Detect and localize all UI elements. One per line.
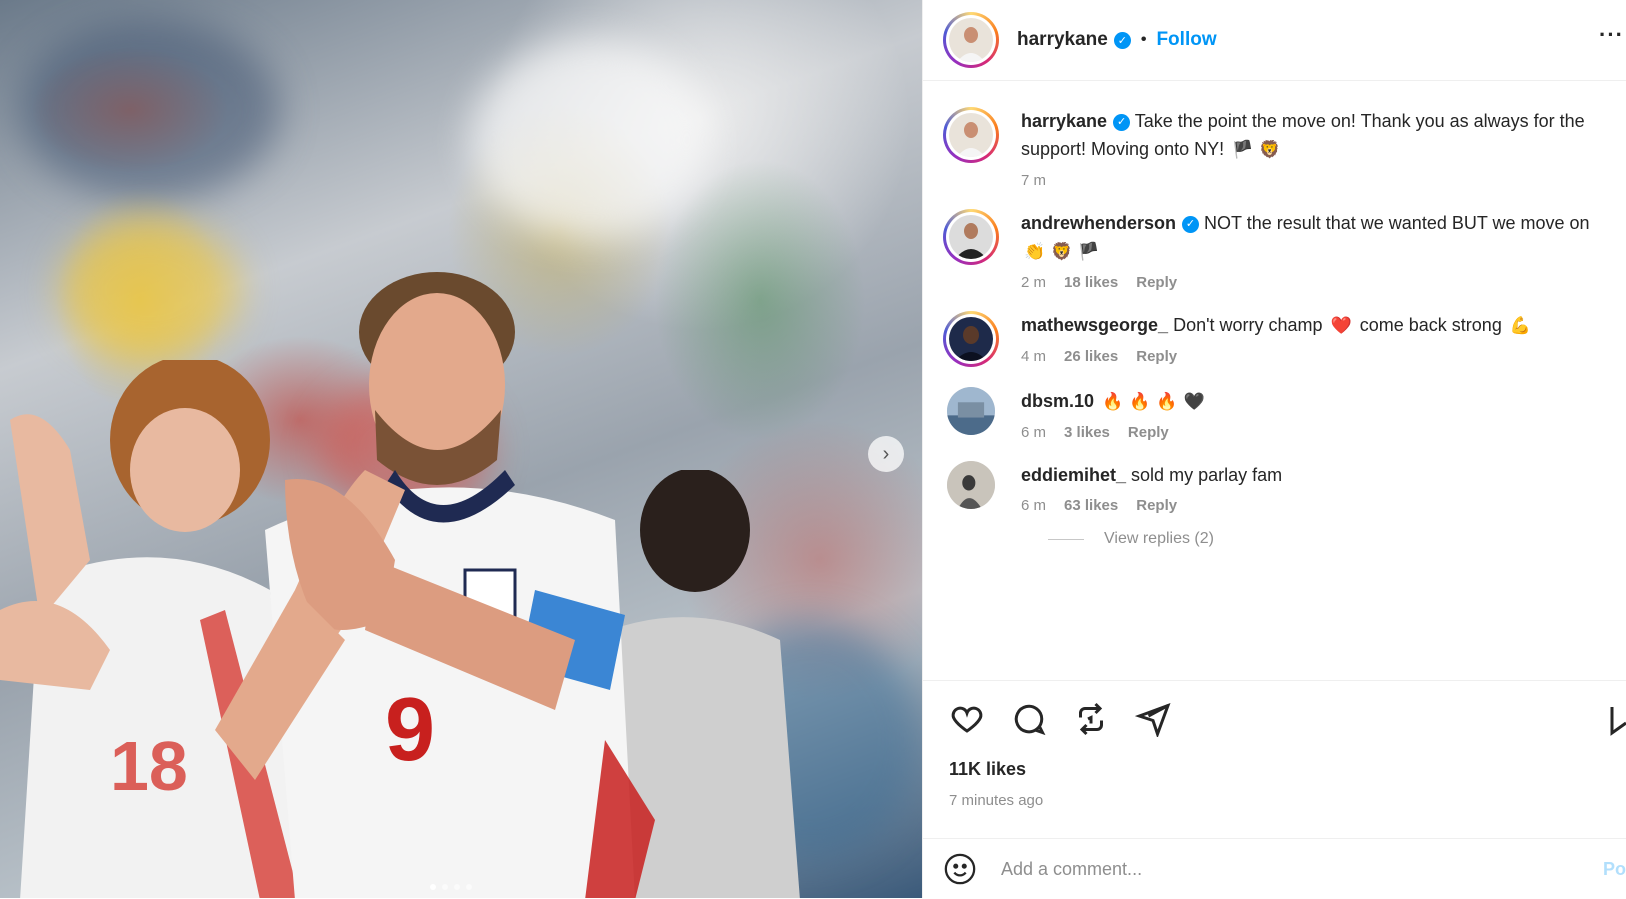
- fire-emoji-icon: 🔥: [1102, 392, 1124, 411]
- comment-time: 6 m: [1021, 497, 1047, 514]
- comment-username[interactable]: eddiemihet_: [1021, 465, 1126, 485]
- comment-time: 4 m: [1021, 348, 1047, 365]
- verified-badge-icon: ✓: [1113, 31, 1131, 49]
- comment-meta: 7 m: [1021, 172, 1606, 189]
- follow-button[interactable]: Follow: [1156, 29, 1216, 51]
- comment-username[interactable]: dbsm.10: [1021, 391, 1094, 411]
- post-view: 18 9 › harrykane ✓ • Follow ··· harrykan…: [0, 0, 1626, 898]
- svg-text:18: 18: [110, 727, 188, 805]
- comment-body: sold my parlay fam: [1131, 465, 1283, 485]
- repost-icon[interactable]: [1073, 701, 1109, 737]
- post-header: harrykane ✓ • Follow ···: [923, 0, 1626, 81]
- smiley-icon[interactable]: [943, 852, 977, 886]
- share-icon[interactable]: [1135, 701, 1171, 737]
- comment-likes[interactable]: 26 likes: [1064, 348, 1118, 365]
- comment-username[interactable]: harrykane: [1021, 111, 1107, 131]
- comment-text: dbsm.10 🔥 🔥 🔥 🖤: [1021, 387, 1606, 416]
- comment-item: eddiemihet_ sold my parlay fam 6 m 63 li…: [943, 461, 1606, 514]
- reply-button[interactable]: Reply: [1136, 274, 1177, 291]
- view-replies-button[interactable]: View replies (2): [1048, 530, 1606, 548]
- post-timestamp: 7 minutes ago: [949, 792, 1044, 809]
- author-avatar[interactable]: [943, 12, 999, 68]
- post-media[interactable]: 18 9 ›: [0, 0, 922, 898]
- comment-item: mathewsgeorge_ Don't worry champ ❤️ come…: [943, 311, 1606, 367]
- author-avatar[interactable]: [943, 107, 999, 163]
- comment-composer: Po: [923, 838, 1626, 899]
- muscle-emoji-icon: 💪: [1509, 316, 1532, 335]
- comment-time: 6 m: [1021, 424, 1047, 441]
- fire-emoji-icon: 🔥: [1129, 392, 1151, 411]
- view-replies-label: View replies (2): [1104, 530, 1214, 547]
- svg-text:9: 9: [385, 680, 435, 780]
- post-comment-button[interactable]: Po: [1603, 859, 1626, 880]
- comment-body: Don't worry champ: [1173, 315, 1323, 335]
- comment-item: andrewhenderson ✓ NOT the result that we …: [943, 209, 1606, 291]
- comment-username[interactable]: mathewsgeorge_: [1021, 315, 1168, 335]
- replies-divider: [1048, 538, 1084, 540]
- commenter-avatar[interactable]: [943, 311, 999, 367]
- comment-body: NOT the result that we wanted BUT we mov…: [1204, 213, 1590, 233]
- comment-time: 7 m: [1021, 172, 1047, 189]
- comment-text: andrewhenderson ✓ NOT the result that we …: [1021, 209, 1606, 266]
- post-actions: 11K likes 7 minutes ago: [923, 680, 1626, 809]
- comment-icon[interactable]: [1011, 701, 1047, 737]
- post-side-panel: harrykane ✓ • Follow ··· harrykane ✓ Take…: [922, 0, 1626, 898]
- lion-emoji-icon: 🦁: [1259, 140, 1281, 159]
- comment-meta: 6 m 63 likes Reply: [1021, 497, 1606, 514]
- lion-emoji-icon: 🦁: [1051, 242, 1073, 261]
- heart-emoji-icon: ❤️: [1330, 316, 1352, 335]
- comment-meta: 4 m 26 likes Reply: [1021, 348, 1606, 365]
- comment-item: dbsm.10 🔥 🔥 🔥 🖤 6 m 3 likes Reply: [943, 387, 1606, 441]
- comment-likes[interactable]: 3 likes: [1064, 424, 1110, 441]
- heart-icon[interactable]: [949, 701, 985, 737]
- comment-likes[interactable]: 18 likes: [1064, 274, 1118, 291]
- carousel-dots: [430, 884, 472, 890]
- carousel-dot: [466, 884, 472, 890]
- flag-emoji-icon: 🏴: [1078, 242, 1100, 261]
- comment-time: 2 m: [1021, 274, 1047, 291]
- author-username[interactable]: harrykane: [1017, 29, 1108, 51]
- caption-item: harrykane ✓ Take the point the move on! T…: [943, 107, 1606, 189]
- black-heart-emoji-icon: 🖤: [1183, 392, 1205, 411]
- commenter-avatar[interactable]: [947, 461, 995, 509]
- carousel-next-button[interactable]: ›: [868, 436, 904, 472]
- comment-meta: 6 m 3 likes Reply: [1021, 424, 1606, 441]
- comments-list: harrykane ✓ Take the point the move on! T…: [923, 81, 1626, 548]
- reply-button[interactable]: Reply: [1128, 424, 1169, 441]
- verified-badge-icon: ✓: [1182, 215, 1200, 233]
- comment-text: eddiemihet_ sold my parlay fam: [1021, 461, 1606, 489]
- clap-emoji-icon: 👏: [1024, 242, 1046, 261]
- verified-badge-icon: ✓: [1113, 113, 1131, 131]
- flag-emoji-icon: 🏴: [1232, 140, 1254, 159]
- header-separator: •: [1140, 31, 1147, 48]
- carousel-dot: [430, 884, 436, 890]
- carousel-dot: [442, 884, 448, 890]
- caption-text: harrykane ✓ Take the point the move on! T…: [1021, 107, 1606, 164]
- comment-meta: 2 m 18 likes Reply: [1021, 274, 1606, 291]
- carousel-dot: [454, 884, 460, 890]
- comment-body-continued: come back strong: [1359, 315, 1502, 335]
- likes-count[interactable]: 11K likes: [949, 759, 1606, 780]
- more-options-icon[interactable]: ···: [1599, 22, 1624, 48]
- comment-text: mathewsgeorge_ Don't worry champ ❤️ come…: [1021, 311, 1606, 340]
- commenter-avatar[interactable]: [947, 387, 995, 435]
- bookmark-icon[interactable]: [1608, 703, 1626, 737]
- reply-button[interactable]: Reply: [1136, 497, 1177, 514]
- reply-button[interactable]: Reply: [1136, 348, 1177, 365]
- comment-input[interactable]: [999, 857, 1563, 881]
- commenter-avatar[interactable]: [943, 209, 999, 265]
- main-player: 9: [215, 272, 655, 898]
- comment-username[interactable]: andrewhenderson: [1021, 213, 1176, 233]
- fire-emoji-icon: 🔥: [1156, 392, 1178, 411]
- comment-likes[interactable]: 63 likes: [1064, 497, 1118, 514]
